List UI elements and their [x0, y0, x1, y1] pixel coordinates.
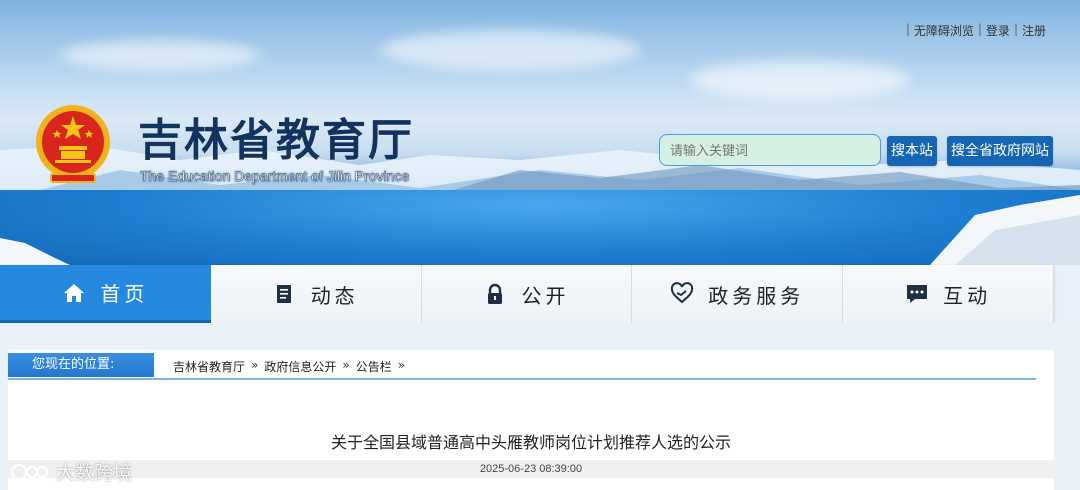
content-area: 您现在的位置: 吉林省教育厅 » 政府信息公开 » 公告栏 » 关于全国县域普通…	[0, 323, 1080, 490]
home-icon	[64, 283, 85, 302]
nav-item-news[interactable]: 动态	[211, 265, 422, 323]
article-panel: 您现在的位置: 吉林省教育厅 » 政府信息公开 » 公告栏 » 关于全国县域普通…	[8, 350, 1054, 490]
site-title: 吉林省教育厅	[138, 115, 414, 166]
divider: |	[977, 22, 982, 36]
main-nav: 首页 动态 公开 政务服务 互动	[0, 265, 1054, 323]
nav-item-label: 互动	[943, 283, 992, 308]
nav-item-interaction[interactable]: 互动	[843, 265, 1054, 323]
divider: |	[905, 22, 910, 36]
lock-icon	[488, 283, 503, 304]
site-subtitle: The Education Department of Jilin Provin…	[140, 168, 410, 184]
nav-item-open[interactable]: 公开	[422, 265, 633, 323]
breadcrumb-separator: »	[342, 358, 350, 372]
location-label: 您现在的位置:	[8, 353, 154, 377]
divider	[8, 378, 1036, 380]
nav-item-label: 公开	[521, 283, 570, 308]
accessibility-link[interactable]: 无障碍浏览	[914, 22, 974, 39]
nav-item-home[interactable]: 首页	[0, 265, 211, 323]
breadcrumb-item[interactable]: 公告栏	[356, 358, 392, 375]
nav-item-label: 首页	[100, 282, 149, 306]
article-date: 2025-06-23 08:39:00	[8, 460, 1054, 478]
heart-hand-icon	[671, 282, 694, 304]
article-title: 关于全国县域普通高中头雁教师岗位计划推荐人选的公示	[330, 433, 731, 452]
breadcrumb-item[interactable]: 吉林省教育厅	[173, 358, 245, 375]
login-link[interactable]: 登录	[986, 22, 1010, 39]
search-all-gov-button[interactable]: 搜全省政府网站	[947, 136, 1053, 166]
breadcrumb-item[interactable]: 政府信息公开	[264, 358, 336, 375]
register-link[interactable]: 注册	[1022, 22, 1046, 39]
breadcrumb: 吉林省教育厅 » 政府信息公开 » 公告栏 »	[173, 358, 405, 375]
nav-item-label: 动态	[310, 283, 359, 308]
national-emblem-logo	[36, 105, 110, 183]
watermark: 大数跨境	[10, 458, 132, 485]
divider: |	[1013, 22, 1018, 36]
document-icon	[276, 285, 291, 303]
chat-icon	[907, 285, 928, 303]
nav-item-label: 政务服务	[708, 283, 805, 308]
breadcrumb-separator: »	[251, 358, 259, 372]
breadcrumb-separator: »	[397, 358, 406, 372]
nav-item-services[interactable]: 政务服务	[632, 265, 844, 323]
search-site-button[interactable]: 搜本站	[887, 136, 937, 166]
watermark-logo-icon	[11, 463, 48, 480]
watermark-text: 大数跨境	[56, 462, 133, 484]
search-input[interactable]	[659, 134, 881, 166]
top-links: | 无障碍浏览 | 登录 | 注册	[902, 22, 1046, 39]
